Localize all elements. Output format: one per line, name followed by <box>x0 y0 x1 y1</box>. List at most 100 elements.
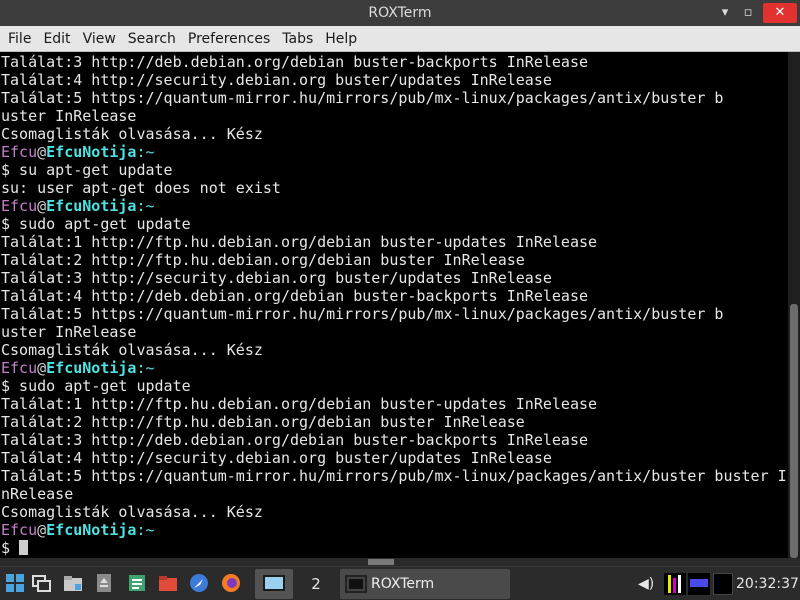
prompt-colon: : <box>136 359 146 377</box>
prompt-line: Efcu@EfcuNotija:~ <box>1 359 788 377</box>
output-line: Találat:4 http://deb.debian.org/debian b… <box>1 287 788 305</box>
output-line: Találat:3 http://security.debian.org bus… <box>1 269 788 287</box>
menu-help[interactable]: Help <box>319 26 363 52</box>
output-line-text: Találat:5 https://quantum-mirror.hu/mirr… <box>1 89 724 107</box>
prompt-user: Efcu <box>1 359 38 377</box>
output-line: Találat:1 http://ftp.hu.debian.org/debia… <box>1 395 788 413</box>
command-line: $ sudo apt-get update <box>1 377 788 395</box>
workspace-2-button[interactable]: 2 <box>296 569 336 599</box>
prompt-user: Efcu <box>1 197 38 215</box>
command-line-text: $ su apt-get update <box>1 161 173 179</box>
close-button[interactable]: ✕ <box>763 3 797 23</box>
output-line-text: Találat:4 http://deb.debian.org/debian b… <box>1 287 588 305</box>
input-line-text: $ <box>1 539 20 557</box>
menu-view[interactable]: View <box>77 26 122 52</box>
output-line: su: user apt-get does not exist <box>1 179 788 197</box>
taskbar: 2 ROXTerm ◀) 20:32:37 <box>0 566 800 600</box>
clock[interactable]: 20:32:37 <box>736 567 799 600</box>
cpu-monitor-icon[interactable] <box>664 573 686 595</box>
output-line: Csomaglisták olvasása... Kész <box>1 503 788 521</box>
output-line: Találat:2 http://ftp.hu.debian.org/debia… <box>1 251 788 269</box>
output-line-text: Találat:2 http://ftp.hu.debian.org/debia… <box>1 251 525 269</box>
output-line-text: Találat:3 http://deb.debian.org/debian b… <box>1 431 588 449</box>
network-monitor-icon[interactable] <box>713 573 733 595</box>
output-line: Találat:5 https://quantum-mirror.hu/mirr… <box>1 467 788 485</box>
output-line: Csomaglisták olvasása... Kész <box>1 125 788 143</box>
prompt-host: EfcuNotija <box>46 197 137 215</box>
output-line-text: su: user apt-get does not exist <box>1 179 281 197</box>
output-line: Találat:3 http://deb.debian.org/debian b… <box>1 53 788 71</box>
terminal-icon <box>345 575 367 593</box>
command-line-text: $ sudo apt-get update <box>1 215 191 233</box>
output-line-text: uster InRelease <box>1 107 137 125</box>
workspace-1-button[interactable] <box>255 569 293 599</box>
output-line-text: Találat:3 http://deb.debian.org/debian b… <box>1 53 588 71</box>
folder-icon[interactable] <box>157 572 179 594</box>
show-desktop-icon[interactable] <box>30 572 52 594</box>
prompt-path: ~ <box>145 143 155 161</box>
output-line: uster InRelease <box>1 323 788 341</box>
terminal-output[interactable]: Találat:3 http://deb.debian.org/debian b… <box>0 52 788 558</box>
prompt-at: @ <box>37 197 47 215</box>
maximize-button[interactable]: ▫ <box>737 3 759 23</box>
output-line-text: nRelease <box>1 485 74 503</box>
workspace-1-icon <box>263 575 285 591</box>
menu-tabs[interactable]: Tabs <box>276 26 319 52</box>
output-line-text: Csomaglisták olvasása... Kész <box>1 341 263 359</box>
output-line-text: Találat:2 http://ftp.hu.debian.org/debia… <box>1 413 525 431</box>
window-title: ROXTerm <box>368 5 432 21</box>
prompt-colon: : <box>136 143 146 161</box>
output-line-text: Találat:4 http://security.debian.org bus… <box>1 449 552 467</box>
volume-icon[interactable]: ◀) <box>638 575 660 593</box>
firefox-icon[interactable] <box>220 572 242 594</box>
prompt-user: Efcu <box>1 143 38 161</box>
task-roxterm[interactable]: ROXTerm <box>340 569 510 599</box>
horizontal-scroll-thumb[interactable] <box>368 559 394 565</box>
app-menu-icon[interactable] <box>4 572 26 594</box>
command-line: $ su apt-get update <box>1 161 788 179</box>
output-line: Találat:1 http://ftp.hu.debian.org/debia… <box>1 233 788 251</box>
prompt-colon: : <box>136 521 146 539</box>
browser-icon[interactable] <box>188 572 210 594</box>
command-line-text: $ sudo apt-get update <box>1 377 191 395</box>
output-line-text: uster InRelease <box>1 323 137 341</box>
output-line: Találat:4 http://security.debian.org bus… <box>1 71 788 89</box>
memory-monitor-icon[interactable] <box>688 573 710 595</box>
minimize-button[interactable]: ▾ <box>714 3 736 23</box>
prompt-at: @ <box>37 359 47 377</box>
text-cursor <box>19 540 29 555</box>
output-line-text: Találat:4 http://security.debian.org bus… <box>1 71 552 89</box>
vertical-scrollbar[interactable] <box>788 52 800 558</box>
menu-bar: File Edit View Search Preferences Tabs H… <box>0 26 800 52</box>
menu-search[interactable]: Search <box>122 26 182 52</box>
prompt-host: EfcuNotija <box>46 521 137 539</box>
output-line: nRelease <box>1 485 788 503</box>
prompt-path: ~ <box>145 521 155 539</box>
output-line-text: Találat:5 https://quantum-mirror.hu/mirr… <box>1 305 724 323</box>
menu-edit[interactable]: Edit <box>37 26 76 52</box>
output-line-text: Találat:1 http://ftp.hu.debian.org/debia… <box>1 395 598 413</box>
prompt-host: EfcuNotija <box>46 359 137 377</box>
text-editor-icon[interactable] <box>126 572 148 594</box>
file-manager-icon[interactable] <box>62 572 84 594</box>
vertical-scroll-thumb[interactable] <box>790 304 798 558</box>
horizontal-scrollbar[interactable] <box>0 558 800 566</box>
prompt-at: @ <box>37 143 47 161</box>
installer-icon[interactable] <box>93 572 115 594</box>
output-line: Találat:5 https://quantum-mirror.hu/mirr… <box>1 89 788 107</box>
prompt-line: Efcu@EfcuNotija:~ <box>1 143 788 161</box>
output-line: Csomaglisták olvasása... Kész <box>1 341 788 359</box>
title-bar: ROXTerm ▾ ▫ ✕ <box>0 0 800 26</box>
output-line-text: Csomaglisták olvasása... Kész <box>1 503 263 521</box>
input-line: $ <box>1 539 788 557</box>
output-line-text: Találat:5 https://quantum-mirror.hu/mirr… <box>1 467 787 485</box>
menu-file[interactable]: File <box>2 26 37 52</box>
output-line: Találat:3 http://deb.debian.org/debian b… <box>1 431 788 449</box>
prompt-line: Efcu@EfcuNotija:~ <box>1 521 788 539</box>
prompt-at: @ <box>37 521 47 539</box>
prompt-path: ~ <box>145 359 155 377</box>
menu-preferences[interactable]: Preferences <box>182 26 276 52</box>
prompt-path: ~ <box>145 197 155 215</box>
output-line-text: Találat:1 http://ftp.hu.debian.org/debia… <box>1 233 598 251</box>
command-line: $ sudo apt-get update <box>1 215 788 233</box>
